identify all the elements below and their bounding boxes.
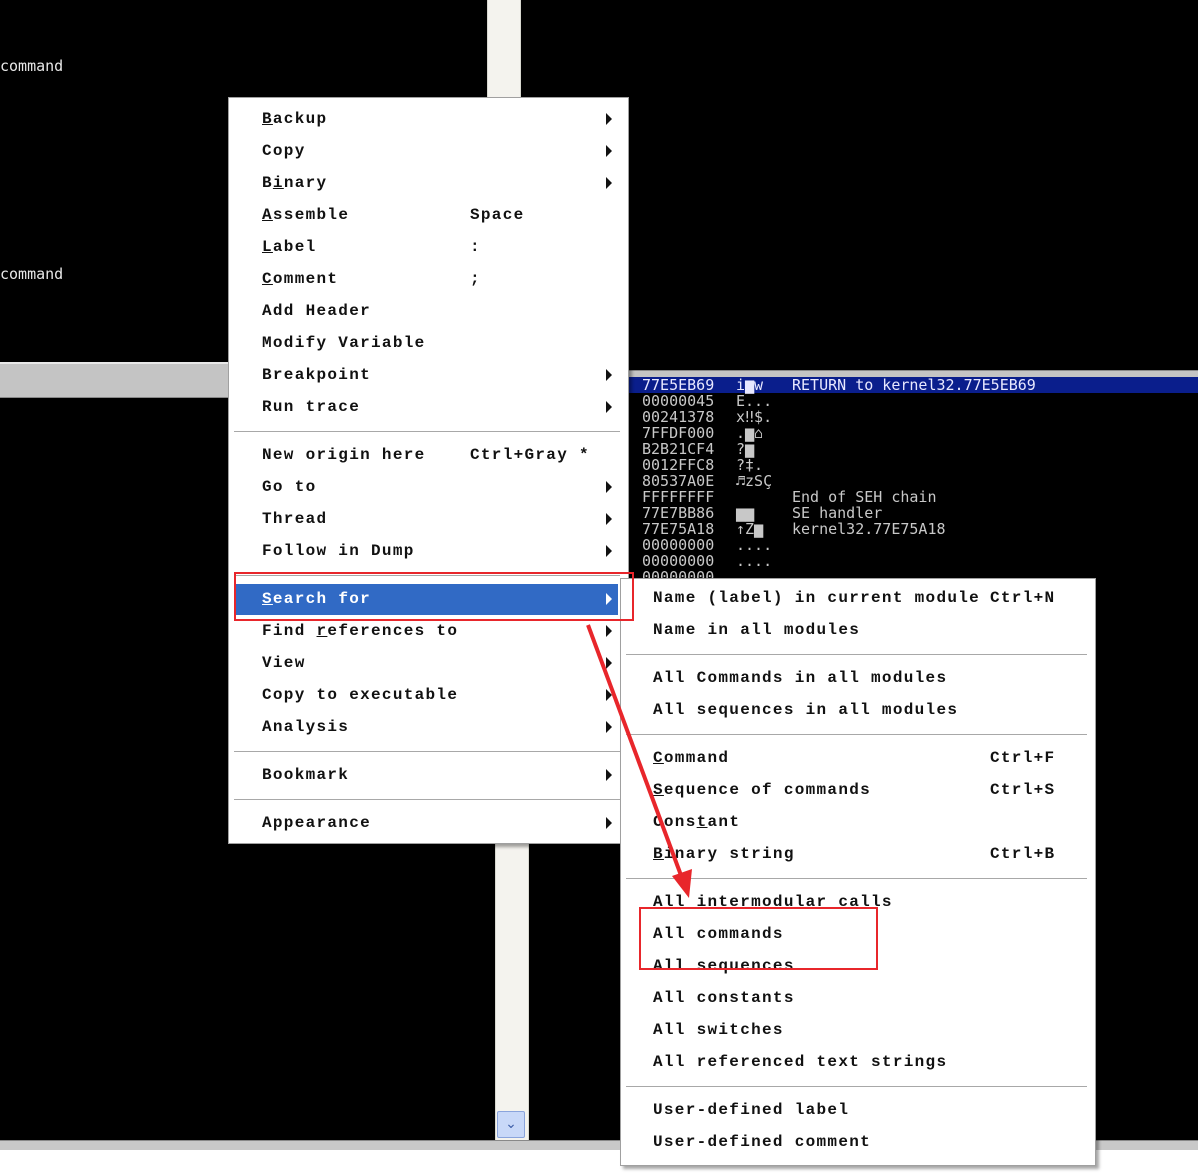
arrow-head	[672, 869, 692, 898]
arrow-shaft	[586, 624, 684, 879]
annotation-arrow	[586, 624, 692, 898]
